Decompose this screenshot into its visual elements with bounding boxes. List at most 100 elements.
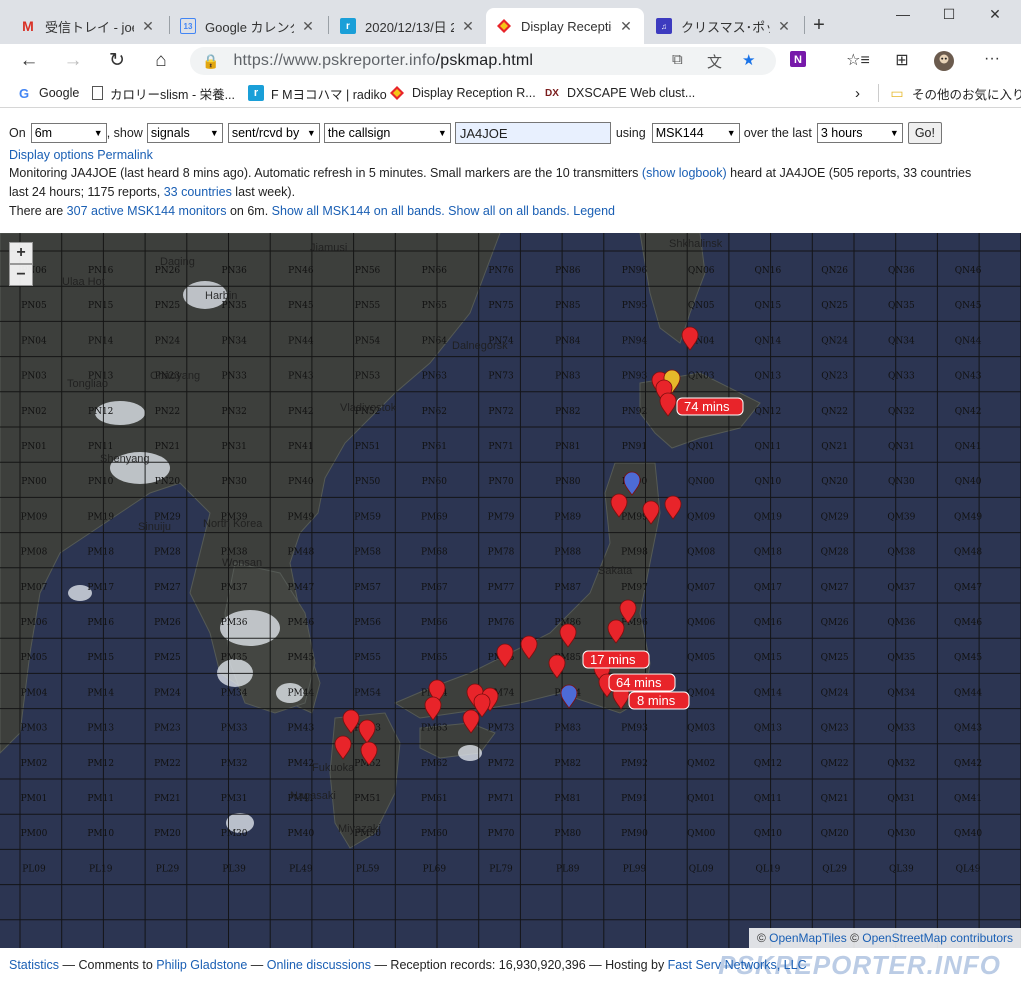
target-value: the callsign: [327, 126, 391, 140]
callout-17-mins[interactable]: 17 mins: [582, 650, 650, 669]
grid-square-label: PM20: [154, 829, 181, 839]
bookmark-other-favorites[interactable]: ▭ その他のお気に入り: [878, 84, 1021, 102]
openstreetmap-link[interactable]: OpenStreetMap contributors: [862, 931, 1013, 945]
grid-square-label: QM45: [954, 653, 982, 663]
back-button[interactable]: ←: [14, 47, 44, 75]
profile-avatar[interactable]: [932, 50, 956, 72]
place-label: Shkhalinsk: [669, 238, 723, 250]
reception-map[interactable]: PN06 PN16 PN26 PN36 PN46 PN56 PN66 PN76 PN86 PN96…: [0, 233, 1021, 948]
grid-square-label: QM24: [821, 688, 849, 698]
grid-square-label: QM11: [754, 794, 782, 804]
bookmark-calorie[interactable]: カロリーslism - 栄養...: [92, 84, 235, 102]
countries-link[interactable]: 33 countries: [164, 185, 232, 199]
close-icon[interactable]: ✕: [776, 18, 792, 35]
grid-square-label: QM09: [687, 512, 715, 522]
collections-icon[interactable]: ⊞: [890, 50, 914, 72]
station-marker[interactable]: [681, 326, 699, 351]
grid-square-label: QM20: [821, 829, 849, 839]
direction-select[interactable]: sent/rcvd by ▼: [227, 123, 320, 143]
grid-square-label: PN40: [288, 477, 314, 487]
show-select[interactable]: signals ▼: [146, 123, 223, 143]
zoom-in-button[interactable]: +: [9, 242, 33, 264]
target-select[interactable]: the callsign ▼: [323, 123, 451, 143]
zoom-out-button[interactable]: −: [9, 264, 33, 286]
tab-pskreporter[interactable]: Display Reception ✕: [486, 8, 644, 44]
grid-square-label: QN31: [888, 442, 915, 452]
callout-64-mins[interactable]: 64 mins: [608, 673, 676, 692]
bookmarks-bar: G Google カロリーslism - 栄養... r F Mヨコハマ | r…: [0, 78, 1021, 108]
callsign-input[interactable]: JA4JOE: [454, 122, 611, 144]
author-link[interactable]: Philip Gladstone: [156, 958, 247, 972]
open-in-app-icon[interactable]: ⧉: [672, 51, 683, 68]
grid-square-label: PM06: [21, 618, 48, 628]
bookmark-google[interactable]: G Google: [16, 84, 79, 102]
grid-square-label: PN93: [622, 372, 648, 382]
show-all-mode-bands-link[interactable]: Show all MSK144 on all bands.: [272, 204, 445, 218]
onenote-icon[interactable]: N: [786, 50, 810, 72]
grid-square-label: QM18: [754, 548, 782, 558]
direction-value: sent/rcvd by: [231, 126, 300, 140]
band-value: 6m: [34, 126, 53, 140]
show-all-bands-link[interactable]: Show all on all bands.: [448, 204, 570, 218]
tab-gmail[interactable]: M 受信トレイ - joe.on ✕: [10, 8, 166, 44]
address-bar[interactable]: 🔒 https://www.pskreporter.info/pskmap.ht…: [190, 47, 776, 75]
grid-square-label: QM01: [687, 794, 715, 804]
grid-square-label: PM60: [421, 829, 448, 839]
display-options-link[interactable]: Display options: [9, 148, 94, 162]
callout-8-mins[interactable]: 8 mins: [628, 691, 690, 710]
discussions-link[interactable]: Online discussions: [267, 958, 371, 972]
maximize-button[interactable]: ☐: [926, 6, 972, 26]
grid-square-label: PM67: [421, 583, 448, 593]
close-icon[interactable]: ✕: [618, 18, 634, 35]
browser-toolbar: ← → ↻ ⌂ 🔒 https://www.pskreporter.info/p…: [0, 44, 1021, 78]
show-logbook-link[interactable]: (show logbook): [642, 166, 727, 180]
statistics-link[interactable]: Statistics: [9, 958, 59, 972]
bookmark-pskreporter[interactable]: Display Reception R...: [389, 84, 536, 102]
grid-square-label: QM41: [954, 794, 982, 804]
favorite-star-icon[interactable]: ★: [742, 51, 755, 69]
mode-select[interactable]: MSK144 ▼: [651, 123, 740, 143]
grid-square-label: PN76: [488, 266, 514, 276]
minimize-button[interactable]: —: [880, 6, 926, 26]
home-button[interactable]: ⌂: [146, 47, 176, 75]
favorites-list-icon[interactable]: ☆≡: [846, 50, 870, 72]
bookmarks-overflow-chevron-icon[interactable]: ›: [855, 84, 860, 102]
grid-square-label: PL19: [89, 864, 113, 874]
forward-button[interactable]: →: [58, 47, 88, 75]
openmaptiles-link[interactable]: OpenMapTiles: [769, 931, 847, 945]
close-window-button[interactable]: ✕: [972, 6, 1018, 26]
grid-square-label: PN66: [422, 266, 448, 276]
bookmark-dxscape[interactable]: DX DXSCAPE Web clust...: [544, 84, 695, 102]
translate-icon[interactable]: 文: [707, 51, 722, 72]
legend-link[interactable]: Legend: [573, 204, 615, 218]
grid-square-label: PN11: [88, 442, 113, 452]
active-monitors-link[interactable]: 307 active MSK144 monitors: [67, 204, 227, 218]
new-tab-button[interactable]: +: [806, 14, 832, 37]
more-menu-icon[interactable]: ···: [980, 50, 1004, 72]
grid-square-label: PM63: [421, 724, 448, 734]
callout-74-mins[interactable]: 74 mins: [676, 397, 744, 416]
grid-square-label: QM27: [821, 583, 849, 593]
bookmark-fm-yokohama[interactable]: r F Mヨコハマ | radiko: [248, 84, 387, 102]
grid-square-label: PM93: [621, 724, 648, 734]
refresh-button[interactable]: ↻: [102, 47, 132, 75]
monitoring-status-cont: last 24 hours; 1175 reports, 33 countrie…: [9, 183, 295, 202]
footer-text-part: — Comments to: [59, 958, 157, 972]
tab-music[interactable]: ♫ クリスマス･ポップス ✕: [646, 8, 802, 44]
close-icon[interactable]: ✕: [460, 18, 476, 35]
permalink-link[interactable]: Permalink: [97, 148, 153, 162]
grid-square-label: QM44: [954, 688, 982, 698]
period-select[interactable]: 3 hours ▼: [816, 123, 903, 143]
close-icon[interactable]: ✕: [300, 18, 316, 35]
station-marker[interactable]: [560, 684, 578, 709]
close-icon[interactable]: ✕: [140, 18, 156, 35]
host-link[interactable]: Fast Serv Networks, LLC: [668, 958, 807, 972]
band-select[interactable]: 6m ▼: [30, 123, 107, 143]
grid-square-label: PN94: [622, 336, 648, 346]
place-label: Sinuiju: [138, 521, 171, 533]
tab-calendar[interactable]: 13 Google カレンダー - ✕: [170, 8, 326, 44]
go-button[interactable]: Go!: [907, 122, 942, 144]
tab-radiko[interactable]: r 2020/12/13/日 21 ✕: [330, 8, 486, 44]
grid-square-label: PM72: [488, 759, 515, 769]
station-marker[interactable]: [664, 495, 682, 520]
